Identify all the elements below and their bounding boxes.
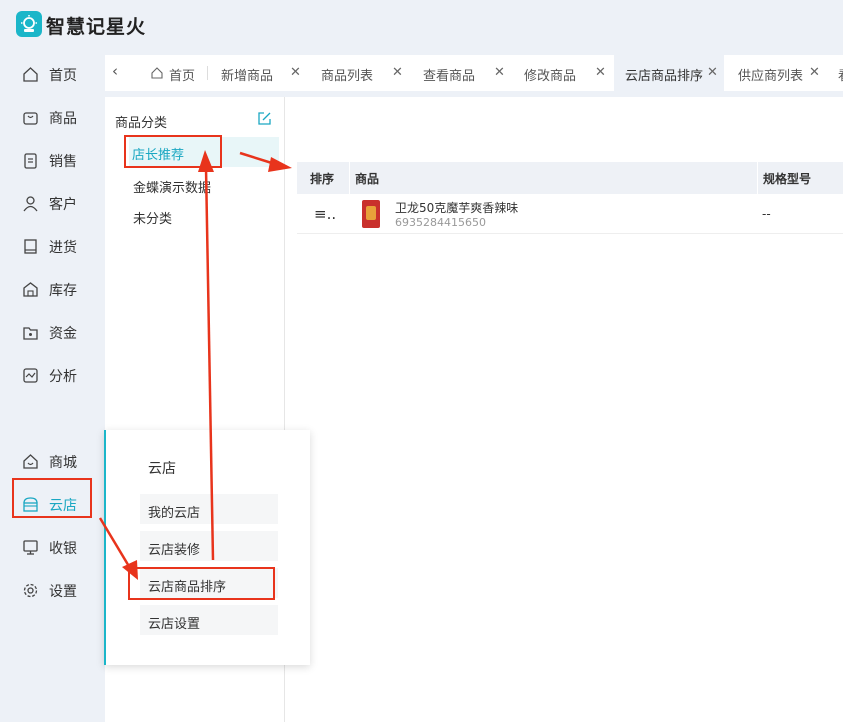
annotation-arrows (98, 150, 292, 580)
arrow-sidebar-to-submenu (98, 517, 138, 580)
arrow-category-to-table (239, 151, 292, 172)
arrow-submenu-to-category (198, 150, 215, 561)
